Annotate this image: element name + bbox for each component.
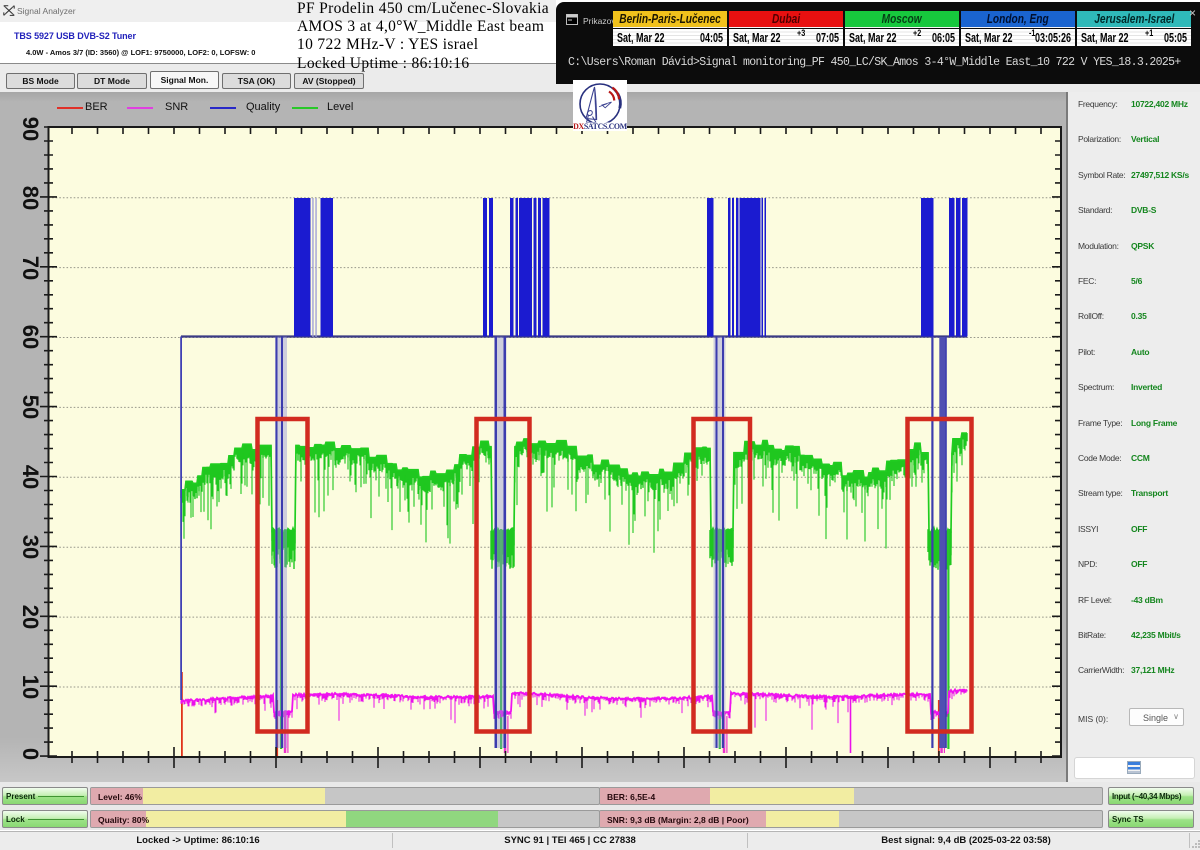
svg-text:10: 10 [18, 675, 43, 699]
svg-text:DXSATCS.COM: DXSATCS.COM [573, 122, 627, 131]
svg-text:0: 0 [18, 748, 43, 760]
svg-text:50: 50 [18, 395, 43, 419]
svg-text:60: 60 [18, 325, 43, 349]
svg-text:80: 80 [18, 186, 43, 210]
svg-text:30: 30 [18, 535, 43, 559]
svg-text:90: 90 [18, 117, 43, 141]
svg-text:20: 20 [18, 605, 43, 629]
svg-text:70: 70 [18, 256, 43, 280]
svg-text:40: 40 [18, 465, 43, 489]
